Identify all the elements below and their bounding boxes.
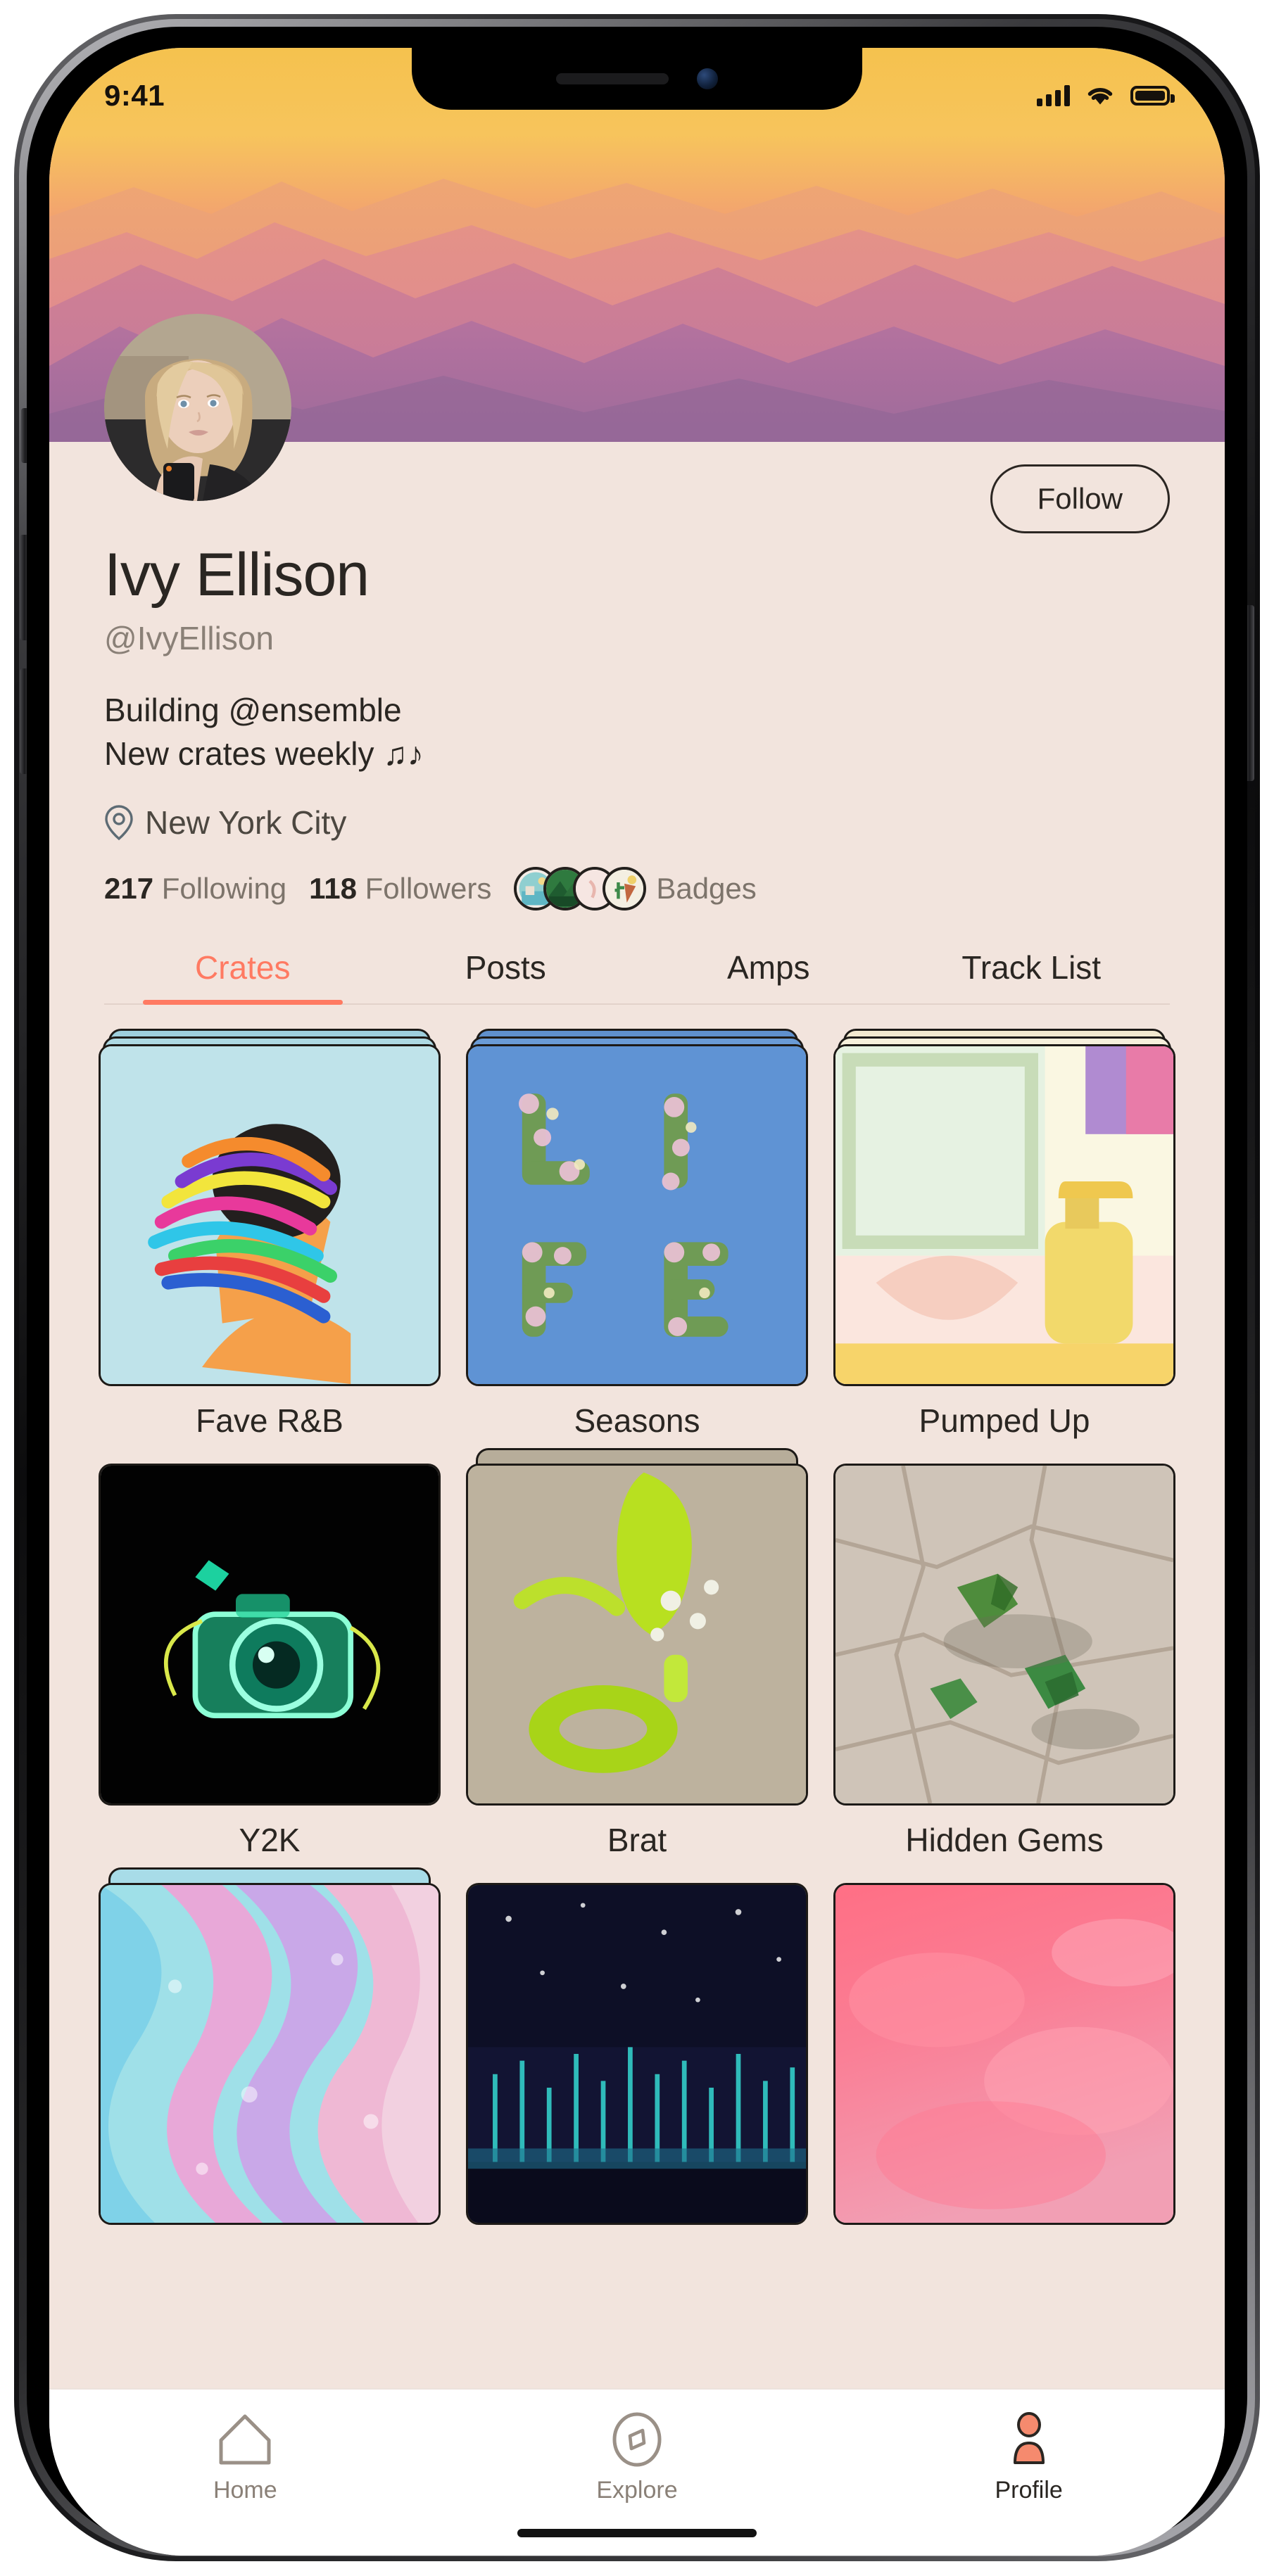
- bio-line-1: Building @ensemble: [104, 692, 402, 729]
- profile-stats: 217 Following 118 Followers Badges: [104, 867, 1170, 911]
- compass-icon: [612, 2412, 662, 2467]
- crate-cover-image: [466, 1883, 808, 2226]
- following-label: Following: [161, 872, 287, 906]
- front-camera-icon: [697, 68, 718, 89]
- phone-frame: 9:41 Follow Ivy Ellison @IvyEllison Buil…: [14, 14, 1260, 2561]
- crate-card[interactable]: Hidden Gems: [833, 1448, 1175, 1859]
- crate-card[interactable]: [833, 1867, 1175, 2240]
- crate-art-wrap: [466, 1867, 808, 2226]
- speaker-grille-icon: [556, 73, 669, 84]
- following-count: 217: [104, 872, 154, 906]
- crate-label: Seasons: [574, 1402, 700, 1440]
- crate-art-wrap: [466, 1448, 808, 1806]
- crate-card[interactable]: Pumped Up: [833, 1029, 1175, 1440]
- crate-card[interactable]: Y2K: [99, 1448, 441, 1859]
- nav-item-home[interactable]: Home: [51, 2412, 439, 2504]
- crate-label: Brat: [607, 1822, 667, 1859]
- tab-track-list[interactable]: Track List: [900, 937, 1163, 1003]
- crate-art-wrap: [833, 1448, 1175, 1806]
- stat-following[interactable]: 217 Following: [104, 872, 286, 906]
- crate-label: Fave R&B: [196, 1402, 343, 1440]
- crate-label: Hidden Gems: [905, 1822, 1104, 1859]
- crate-card[interactable]: [99, 1867, 441, 2240]
- crate-card[interactable]: Seasons: [466, 1029, 808, 1440]
- crate-card[interactable]: Fave R&B: [99, 1029, 441, 1440]
- person-icon: [1013, 2412, 1045, 2464]
- location-pin-icon: [105, 805, 133, 841]
- phone-screen: 9:41 Follow Ivy Ellison @IvyEllison Buil…: [49, 48, 1225, 2556]
- followers-label: Followers: [365, 872, 492, 906]
- crate-card[interactable]: Brat: [466, 1448, 808, 1859]
- followers-count: 118: [309, 872, 357, 906]
- crate-cover-image: [833, 1883, 1175, 2226]
- badges-label: Badges: [656, 872, 757, 906]
- crate-cover-image: [99, 1883, 441, 2226]
- page-title: Ivy Ellison: [104, 541, 370, 609]
- avatar[interactable]: [104, 314, 291, 501]
- profile-scroll-region[interactable]: Follow Ivy Ellison @IvyEllison Building …: [49, 48, 1225, 2556]
- crate-art-wrap: [466, 1029, 808, 1387]
- crate-label: Pumped Up: [919, 1402, 1090, 1440]
- crate-cover-image: [466, 1464, 808, 1806]
- tab-posts[interactable]: Posts: [374, 937, 638, 1003]
- profile-tabs: Crates Posts Amps Track List: [104, 937, 1170, 1005]
- crate-art-wrap: [833, 1029, 1175, 1387]
- crate-art-wrap: [99, 1867, 441, 2226]
- crate-label: Y2K: [239, 1822, 301, 1859]
- crate-cover-image: [833, 1044, 1175, 1387]
- crate-cover-image: [99, 1464, 441, 1806]
- nav-label-profile: Profile: [995, 2477, 1063, 2504]
- crate-cover-image: [466, 1044, 808, 1387]
- profile-location: New York City: [104, 804, 1170, 842]
- home-icon: [219, 2414, 271, 2465]
- crate-grid: Fave R&B Seasons Pumped Up Y2K Brat Hidd…: [49, 1005, 1225, 2240]
- nav-label-home: Home: [213, 2477, 277, 2504]
- crate-art-wrap: [833, 1867, 1175, 2226]
- badges-avatar-stack[interactable]: Badges: [514, 867, 757, 911]
- nav-item-explore[interactable]: Explore: [443, 2412, 831, 2504]
- silent-switch[interactable]: [21, 408, 30, 463]
- nav-item-profile[interactable]: Profile: [835, 2412, 1223, 2504]
- badge-desert-icon: [603, 867, 647, 911]
- crate-cover-image: [833, 1464, 1175, 1806]
- crate-cover-image: [99, 1044, 441, 1387]
- volume-down-button[interactable]: [20, 668, 30, 774]
- bio-line-2: New crates weekly ♫♪: [104, 735, 424, 773]
- crate-card[interactable]: [466, 1867, 808, 2240]
- stat-followers[interactable]: 118 Followers: [309, 872, 491, 906]
- notch: [412, 48, 862, 110]
- tab-amps[interactable]: Amps: [637, 937, 900, 1003]
- power-button[interactable]: [1244, 605, 1254, 781]
- crate-art-wrap: [99, 1029, 441, 1387]
- nav-label-explore: Explore: [596, 2477, 678, 2504]
- location-label: New York City: [145, 804, 347, 842]
- follow-button[interactable]: Follow: [990, 464, 1170, 533]
- profile-handle: @IvyEllison: [104, 620, 274, 657]
- volume-up-button[interactable]: [20, 535, 30, 640]
- crate-art-wrap: [99, 1448, 441, 1806]
- profile-info-section: Follow Ivy Ellison @IvyEllison Building …: [49, 314, 1225, 1005]
- profile-bio: Building @ensemble New crates weekly ♫♪: [104, 688, 1170, 775]
- home-indicator[interactable]: [517, 2529, 757, 2537]
- tab-crates[interactable]: Crates: [111, 937, 374, 1005]
